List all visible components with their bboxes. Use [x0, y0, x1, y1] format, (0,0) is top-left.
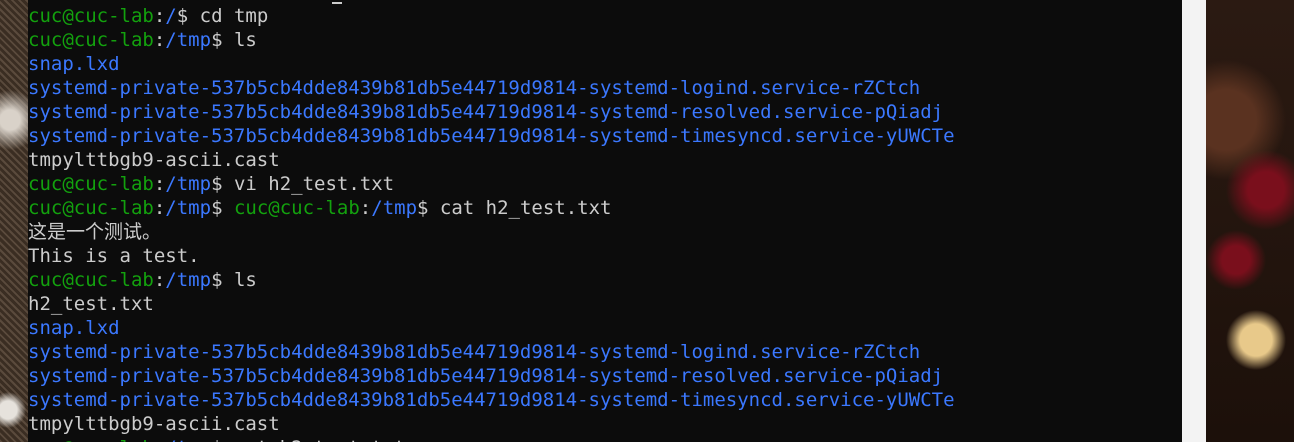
terminal-text-segment: snap.lxd — [28, 53, 120, 75]
terminal-line: cuc@cuc-lab:/$ cd tmp — [28, 4, 1182, 28]
terminal-text-segment: tmpylttbgb9-ascii.cast — [28, 413, 280, 435]
terminal-text-segment: snap.lxd — [28, 317, 120, 339]
terminal-line: systemd-private-537b5cb4dde8439b81db5e44… — [28, 364, 1182, 388]
terminal-text-segment: $ vi h2_test.txt — [211, 173, 395, 195]
terminal-text-segment: systemd-private-537b5cb4dde8439b81db5e44… — [28, 101, 944, 123]
terminal-window[interactable]: cuc@cuc-lab:/$ cd tmp cuc@cuc-lab:/tmp$ l… — [28, 0, 1182, 442]
terminal-line: cuc@cuc-lab:/tmp$ cuc@cuc-lab:/tmp$ cat … — [28, 196, 1182, 220]
terminal-text-segment: : — [153, 5, 166, 27]
terminal-line: cuc@cuc-lab:/tmp$ cat h2_test.txt — [28, 436, 1182, 442]
terminal-text-segment: systemd-private-537b5cb4dde8439b81db5e44… — [28, 365, 944, 387]
terminal-text-segment: / — [165, 5, 177, 27]
terminal-line: systemd-private-537b5cb4dde8439b81db5e44… — [28, 100, 1182, 124]
terminal-text-segment: systemd-private-537b5cb4dde8439b81db5e44… — [28, 389, 955, 411]
terminal-line: systemd-private-537b5cb4dde8439b81db5e44… — [28, 124, 1182, 148]
terminal-text-segment: $ ls — [211, 269, 257, 291]
scrollbar-track[interactable] — [1182, 0, 1206, 442]
terminal-text-segment: /tmp — [165, 173, 212, 195]
terminal-line: This is a test. — [28, 244, 1182, 268]
terminal-line: systemd-private-537b5cb4dde8439b81db5e44… — [28, 76, 1182, 100]
desktop-wallpaper-right — [1206, 0, 1294, 442]
terminal-text-segment: tmpylttbgb9-ascii.cast — [28, 149, 280, 171]
terminal-text-segment: cuc@cuc-lab — [28, 29, 154, 51]
terminal-line: 这是一个测试。 — [28, 220, 1182, 244]
terminal-text-segment: : — [153, 269, 166, 291]
terminal-text-segment: cuc@cuc-lab — [28, 437, 154, 442]
terminal-line: systemd-private-537b5cb4dde8439b81db5e44… — [28, 388, 1182, 412]
terminal-text-segment: /tmp — [165, 437, 211, 442]
terminal-output: cuc@cuc-lab:/$ cd tmp cuc@cuc-lab:/tmp$ l… — [28, 4, 1182, 442]
terminal-line: snap.lxd — [28, 316, 1182, 340]
terminal-text-segment: systemd-private-537b5cb4dde8439b81db5e44… — [28, 125, 955, 147]
terminal-text-segment: $ cd tmp — [176, 5, 269, 27]
terminal-line: tmpylttbgb9-ascii.cast — [28, 412, 1182, 436]
terminal-line: snap.lxd — [28, 52, 1182, 76]
terminal-text-segment: /tmp — [371, 197, 418, 219]
terminal-text-segment: cuc@cuc-lab — [28, 197, 154, 219]
terminal-text-segment: : — [153, 29, 166, 51]
terminal-text-segment: 这是一个测试。 — [28, 221, 162, 243]
terminal-text-segment: $ ls — [211, 29, 257, 51]
terminal-text-segment: cuc@cuc-lab — [233, 197, 360, 219]
terminal-line: tmpylttbgb9-ascii.cast — [28, 148, 1182, 172]
terminal-text-segment: cuc@cuc-lab — [28, 5, 154, 27]
terminal-text-segment: cuc@cuc-lab — [28, 269, 154, 291]
terminal-text-segment: $ cat h2_test.txt — [211, 437, 405, 442]
terminal-text-segment: systemd-private-537b5cb4dde8439b81db5e44… — [28, 77, 921, 99]
terminal-line: h2_test.txt — [28, 292, 1182, 316]
terminal-text-segment: : — [153, 173, 166, 195]
terminal-text-segment: : — [359, 197, 372, 219]
terminal-text-segment: /tmp — [165, 269, 212, 291]
terminal-text-segment: : — [153, 197, 166, 219]
terminal-line: cuc@cuc-lab:/tmp$ ls — [28, 268, 1182, 292]
terminal-text-segment: /tmp — [165, 29, 212, 51]
terminal-text-segment: This is a test. — [28, 245, 200, 267]
terminal-text-segment: systemd-private-537b5cb4dde8439b81db5e44… — [28, 341, 921, 363]
terminal-text-segment: cuc@cuc-lab — [28, 173, 154, 195]
terminal-text-segment: $ cat h2_test.txt — [417, 197, 612, 219]
terminal-text-segment: h2_test.txt — [28, 293, 154, 315]
terminal-line: systemd-private-537b5cb4dde8439b81db5e44… — [28, 340, 1182, 364]
desktop-wallpaper-left — [0, 0, 28, 442]
terminal-line: cuc@cuc-lab:/tmp$ vi h2_test.txt — [28, 172, 1182, 196]
terminal-text-segment: /tmp — [165, 197, 212, 219]
terminal-text-segment: : — [154, 437, 165, 442]
terminal-text-segment: $ — [211, 197, 234, 219]
terminal-line: cuc@cuc-lab:/tmp$ ls — [28, 28, 1182, 52]
